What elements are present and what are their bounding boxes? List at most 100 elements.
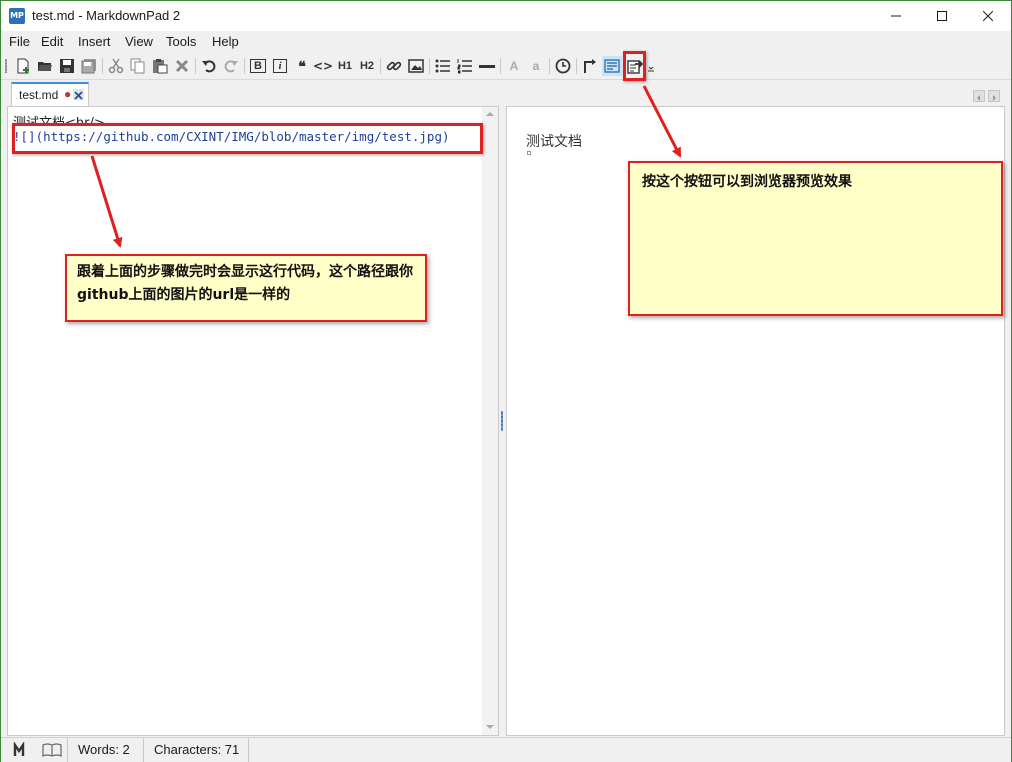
split-view-icon: [584, 59, 596, 73]
pane-splitter[interactable]: [500, 106, 505, 736]
toolbar-separator: [380, 58, 381, 74]
character-count: Characters: 71: [154, 742, 240, 757]
horizontal-rule-button[interactable]: [477, 56, 497, 76]
bold-button[interactable]: B: [248, 56, 268, 76]
insert-image-button[interactable]: [406, 56, 426, 76]
status-separator: [248, 738, 249, 762]
unsaved-indicator: ●: [64, 87, 72, 101]
redo-button[interactable]: [221, 56, 241, 76]
scroll-up-icon[interactable]: [486, 112, 494, 116]
link-icon: [386, 61, 402, 71]
code-button[interactable]: <>: [313, 56, 333, 76]
undo-icon: [202, 60, 216, 73]
status-separator: [67, 738, 68, 762]
italic-button[interactable]: i: [270, 56, 290, 76]
chevron-right-icon: [993, 95, 996, 101]
minimize-button[interactable]: [873, 1, 919, 31]
minimize-icon: [891, 15, 901, 17]
code-highlight-box: [12, 123, 483, 154]
close-window-button[interactable]: [965, 1, 1011, 31]
numbered-list-icon: [457, 59, 472, 74]
toolbar-grip[interactable]: [5, 59, 7, 73]
menu-view[interactable]: View: [125, 34, 153, 49]
h1-icon: H1: [337, 60, 353, 72]
paste-button[interactable]: [150, 56, 170, 76]
new-document-icon: [17, 58, 29, 74]
toolbar-separator: [549, 58, 550, 74]
live-preview-button[interactable]: [602, 56, 622, 76]
menu-help[interactable]: Help: [212, 34, 239, 49]
toggle-preview-button[interactable]: [580, 56, 600, 76]
delete-button[interactable]: [172, 56, 192, 76]
quote-button[interactable]: ❝: [292, 56, 312, 76]
editor-callout-note: 跟着上面的步骤做完时会显示这行代码，这个路径跟你github上面的图片的url是…: [65, 254, 427, 322]
heading1-button[interactable]: H1: [335, 56, 355, 76]
live-preview-icon: [604, 59, 620, 73]
quote-icon: ❝: [298, 57, 306, 74]
paste-icon: [153, 59, 168, 74]
toolbar-separator: [102, 58, 103, 74]
word-count: Words: 2: [78, 742, 130, 757]
copy-icon: [130, 58, 145, 74]
heading2-button[interactable]: H2: [357, 56, 377, 76]
bold-icon: B: [250, 59, 266, 73]
book-icon[interactable]: [42, 742, 62, 758]
uppercase-button[interactable]: A: [504, 56, 524, 76]
save-button[interactable]: [57, 56, 77, 76]
copy-button[interactable]: [128, 56, 148, 76]
menu-bar: File Edit Insert View Tools Help: [1, 31, 1011, 53]
splitter-grip-icon[interactable]: [501, 411, 503, 431]
preview-callout-note: 按这个按钮可以到浏览器预览效果: [628, 161, 1003, 316]
numbered-list-button[interactable]: [455, 56, 475, 76]
toolbar-separator: [195, 58, 196, 74]
menu-tools[interactable]: Tools: [166, 34, 196, 49]
scroll-down-icon[interactable]: [486, 725, 494, 729]
close-icon: [74, 91, 83, 100]
open-button[interactable]: [35, 56, 55, 76]
cut-button[interactable]: [106, 56, 126, 76]
close-icon: [982, 10, 994, 22]
title-bar[interactable]: MP test.md - MarkdownPad 2: [1, 1, 1011, 31]
delete-icon: [175, 59, 189, 73]
toolbar-separator: [244, 58, 245, 74]
markdown-mode-icon[interactable]: [13, 742, 31, 758]
scissors-icon: [108, 58, 124, 74]
new-document-button[interactable]: [13, 56, 33, 76]
tab-scroll-right-button[interactable]: [988, 90, 1000, 102]
markdownpad-logo-icon: MP: [9, 8, 25, 24]
code-icon: <>: [312, 59, 334, 73]
broken-image-icon: [527, 151, 531, 155]
maximize-icon: [937, 11, 947, 21]
status-separator: [143, 738, 144, 762]
bulleted-list-button[interactable]: [433, 56, 453, 76]
menu-insert[interactable]: Insert: [78, 34, 111, 49]
toolbar-separator: [500, 58, 501, 74]
image-icon: [408, 59, 424, 73]
tab-test-md[interactable]: test.md ●: [11, 82, 89, 106]
h2-icon: H2: [359, 60, 375, 72]
editor-scrollbar[interactable]: [482, 107, 498, 735]
save-all-icon: [81, 59, 96, 74]
tab-scroll-left-button[interactable]: [973, 90, 985, 102]
insert-timestamp-button[interactable]: [553, 56, 573, 76]
horizontal-rule-icon: [479, 65, 495, 68]
window-title: test.md - MarkdownPad 2: [32, 8, 181, 23]
lowercase-button[interactable]: a: [526, 56, 546, 76]
uppercase-icon: A: [509, 59, 519, 73]
menu-file[interactable]: File: [9, 34, 30, 49]
menu-edit[interactable]: Edit: [41, 34, 63, 49]
preview-heading: 测试文档: [526, 134, 582, 150]
insert-link-button[interactable]: [384, 56, 404, 76]
browser-button-highlight-box: [623, 51, 646, 81]
toolbar-overflow-button[interactable]: [646, 56, 656, 76]
document-tab-strip: test.md ●: [1, 80, 1011, 106]
save-all-button[interactable]: [79, 56, 99, 76]
tab-close-button[interactable]: [73, 89, 84, 100]
maximize-button[interactable]: [919, 1, 965, 31]
app-window: MP test.md - MarkdownPad 2 File Edit Ins…: [0, 0, 1012, 762]
markdown-editor[interactable]: 测试文档<hr/> ![](https://github.com/CXINT/I…: [7, 106, 499, 736]
status-bar: Words: 2 Characters: 71: [1, 737, 1011, 762]
toolbar-separator: [576, 58, 577, 74]
undo-button[interactable]: [199, 56, 219, 76]
toolbar-separator: [429, 58, 430, 74]
